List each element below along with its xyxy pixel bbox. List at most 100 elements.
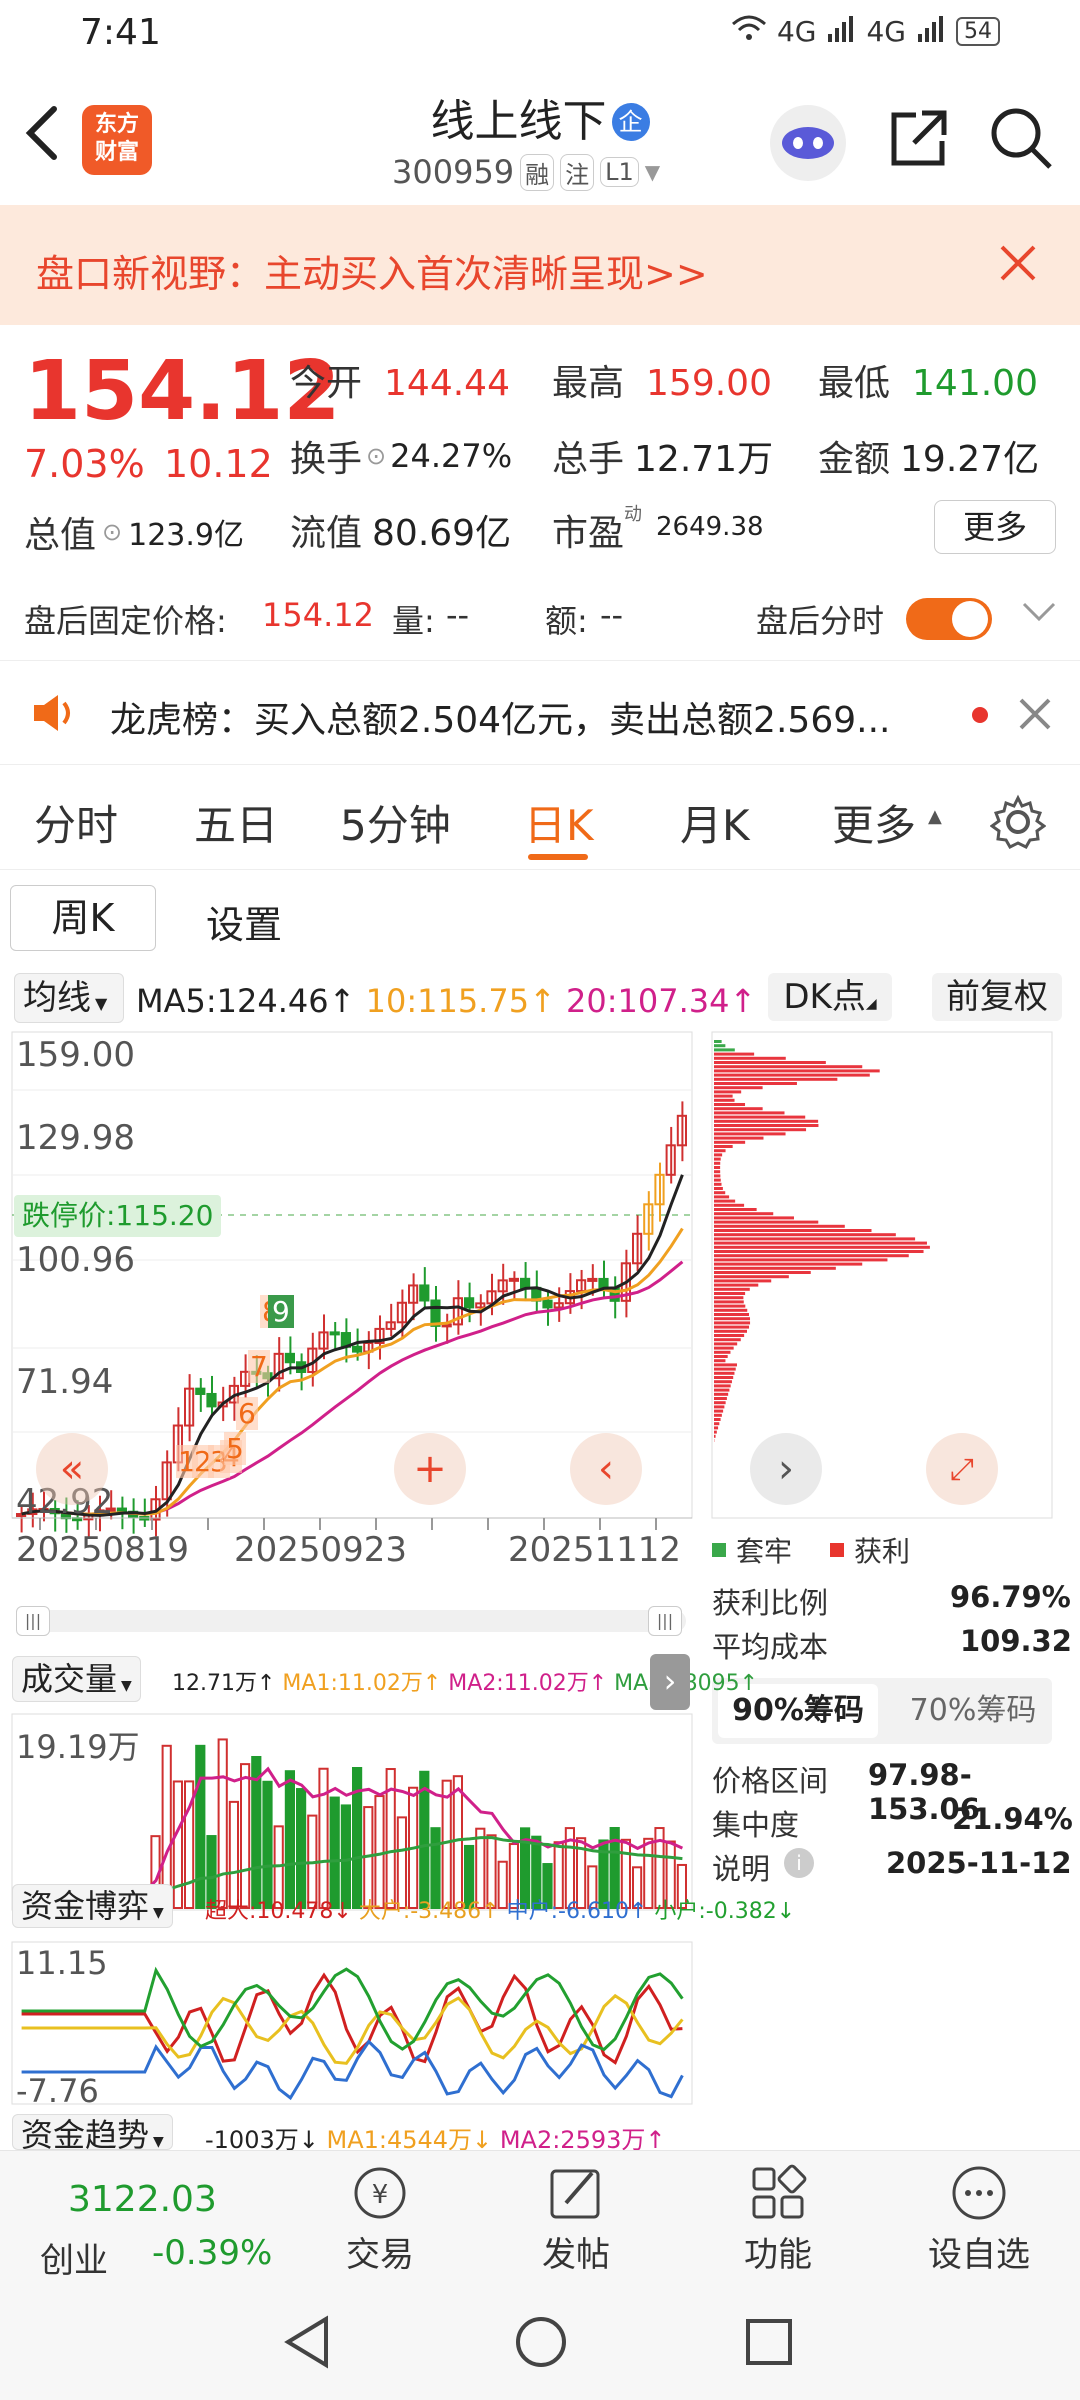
- stock-code: 300959: [392, 153, 515, 191]
- fund-selector[interactable]: 资金博弈 ▼: [12, 1884, 173, 1928]
- chip-bar: [714, 1367, 736, 1371]
- chevron-left-icon[interactable]: ‹: [570, 1433, 642, 1505]
- more-button[interactable]: 更多: [934, 500, 1056, 554]
- signal-4g-2: 4G: [866, 14, 906, 48]
- chip-bar: [714, 1371, 735, 1375]
- marker-7: 7: [248, 1350, 270, 1383]
- subtab-settings[interactable]: 设置: [206, 894, 282, 949]
- trend-selector[interactable]: 资金趋势 ▼: [12, 2114, 173, 2150]
- candle-body: [430, 1299, 441, 1327]
- chip-bar: [714, 1329, 747, 1333]
- volume-bar: [441, 1779, 452, 1909]
- info-icon[interactable]: ⊙: [102, 518, 122, 546]
- unread-dot: [972, 707, 988, 723]
- svg-text:¥: ¥: [372, 2180, 389, 2210]
- chevron-right-icon[interactable]: ›: [750, 1433, 822, 1505]
- chip-bar: [714, 1241, 927, 1245]
- afterhours-price: 154.12: [262, 596, 374, 634]
- trend-values: -1003万↓ MA1:4544万↓ MA2:2593万↑: [205, 2126, 666, 2150]
- home-circle-icon[interactable]: [514, 2315, 568, 2373]
- volume-selector[interactable]: 成交量 ▼: [12, 1656, 141, 1702]
- ma-selector[interactable]: 均线 ▼: [14, 973, 124, 1023]
- subtab-week[interactable]: 周K: [10, 885, 156, 951]
- adjust-button[interactable]: 前复权: [932, 973, 1062, 1021]
- tab-chip-70[interactable]: 70%筹码: [898, 1684, 1048, 1738]
- slider-right-handle[interactable]: |||: [648, 1606, 682, 1636]
- note-label: 说明: [712, 1852, 771, 1886]
- nav-watchlist[interactable]: 设自选: [924, 2163, 1034, 2276]
- chip-bar: [714, 1174, 721, 1178]
- chip-bar: [714, 1111, 785, 1115]
- nav-trade[interactable]: ¥ 交易: [340, 2163, 420, 2276]
- turnover-field: 换手 ⊙ 24.27%: [290, 437, 513, 480]
- tab-intraday[interactable]: 分时: [34, 792, 118, 853]
- chip-bar: [714, 1233, 896, 1237]
- volume-bar: [318, 1767, 329, 1909]
- status-time: 7:41: [80, 12, 161, 53]
- caret-down-icon[interactable]: ▼: [645, 160, 660, 184]
- nav-function[interactable]: 功能: [738, 2163, 818, 2276]
- range-label: 价格区间: [712, 1764, 829, 1798]
- chevron-down-icon[interactable]: [1022, 602, 1056, 626]
- robot-assistant-icon[interactable]: [770, 105, 846, 181]
- candle-body: [464, 1297, 475, 1309]
- index-name[interactable]: 创业: [40, 2233, 108, 2282]
- chip-bar: [714, 1153, 723, 1157]
- range-slider[interactable]: [18, 1610, 686, 1632]
- amount-field: 金额 19.27亿: [818, 439, 1040, 480]
- note-date: 2025-11-12: [886, 1846, 1072, 1880]
- dk-point-button[interactable]: DK点◢: [768, 973, 892, 1021]
- status-bar: 7:41 4G 4G 54: [0, 0, 1080, 75]
- bottom-nav: 3122.03 创业 -0.39% ¥ 交易 发帖 功能 设自选: [0, 2150, 1080, 2285]
- chip-bar: [714, 1149, 726, 1153]
- add-icon[interactable]: +: [394, 1433, 466, 1505]
- chip-bar: [714, 1283, 759, 1287]
- tab-five-day[interactable]: 五日: [194, 792, 278, 853]
- trade-icon: ¥: [354, 2167, 406, 2219]
- volume-bar: [262, 1780, 273, 1909]
- nav-post[interactable]: 发帖: [536, 2163, 616, 2276]
- chip-bars: [714, 1040, 930, 1442]
- banner-text[interactable]: 盘口新视野：主动买入首次清晰呈现>>: [36, 243, 708, 298]
- volume-y-label: 19.19万: [16, 1728, 140, 1766]
- tab-daily-k[interactable]: 日K: [524, 792, 594, 853]
- chip-bar: [714, 1166, 721, 1169]
- chip-bar: [714, 1069, 880, 1073]
- back-triangle-icon[interactable]: [280, 2315, 334, 2373]
- pe-field: 市盈 动 2649.38: [552, 504, 764, 554]
- chip-bar: [714, 1384, 731, 1388]
- chip-bar: [714, 1107, 763, 1111]
- candle-body: [329, 1331, 340, 1336]
- lhb-row[interactable]: 龙虎榜：买入总额2.504亿元，卖出总额2.569...: [0, 660, 1080, 765]
- chip-bar: [714, 1237, 916, 1241]
- y-label-top: 159.00: [16, 1035, 135, 1075]
- tab-more[interactable]: 更多: [832, 792, 916, 853]
- info-icon[interactable]: ⊙: [366, 442, 386, 470]
- tab-monthly-k[interactable]: 月K: [680, 792, 750, 853]
- lhb-text[interactable]: 龙虎榜：买入总额2.504亿元，卖出总额2.569...: [110, 691, 890, 743]
- promo-banner[interactable]: 盘口新视野：主动买入首次清晰呈现>>: [0, 205, 1080, 325]
- expand-icon[interactable]: ⤢: [926, 1433, 998, 1505]
- share-icon[interactable]: [886, 107, 950, 175]
- chip-bar: [714, 1090, 742, 1094]
- rewind-icon[interactable]: «: [36, 1433, 108, 1505]
- info-circle-icon[interactable]: i: [784, 1848, 814, 1878]
- lhb-close-icon[interactable]: [1018, 697, 1052, 735]
- expand-side-icon[interactable]: ›: [650, 1654, 690, 1710]
- slider-left-handle[interactable]: |||: [16, 1606, 50, 1636]
- index-pct[interactable]: -0.39%: [152, 2233, 272, 2273]
- chip-bar: [714, 1338, 741, 1342]
- chip-bar: [714, 1275, 789, 1279]
- index-value[interactable]: 3122.03: [68, 2179, 217, 2220]
- gear-icon[interactable]: [989, 794, 1047, 854]
- chip-bar: [714, 1287, 750, 1291]
- chip-bar: [714, 1187, 723, 1190]
- tab-5min[interactable]: 5分钟: [340, 792, 451, 853]
- marker-9: 9: [268, 1295, 294, 1328]
- search-icon[interactable]: [988, 105, 1054, 175]
- recent-square-icon[interactable]: [744, 2317, 794, 2371]
- afterhours-toggle[interactable]: [906, 598, 992, 640]
- chip-bar: [714, 1401, 726, 1405]
- caret-up-icon[interactable]: ▲: [928, 806, 942, 827]
- close-icon[interactable]: [998, 243, 1038, 287]
